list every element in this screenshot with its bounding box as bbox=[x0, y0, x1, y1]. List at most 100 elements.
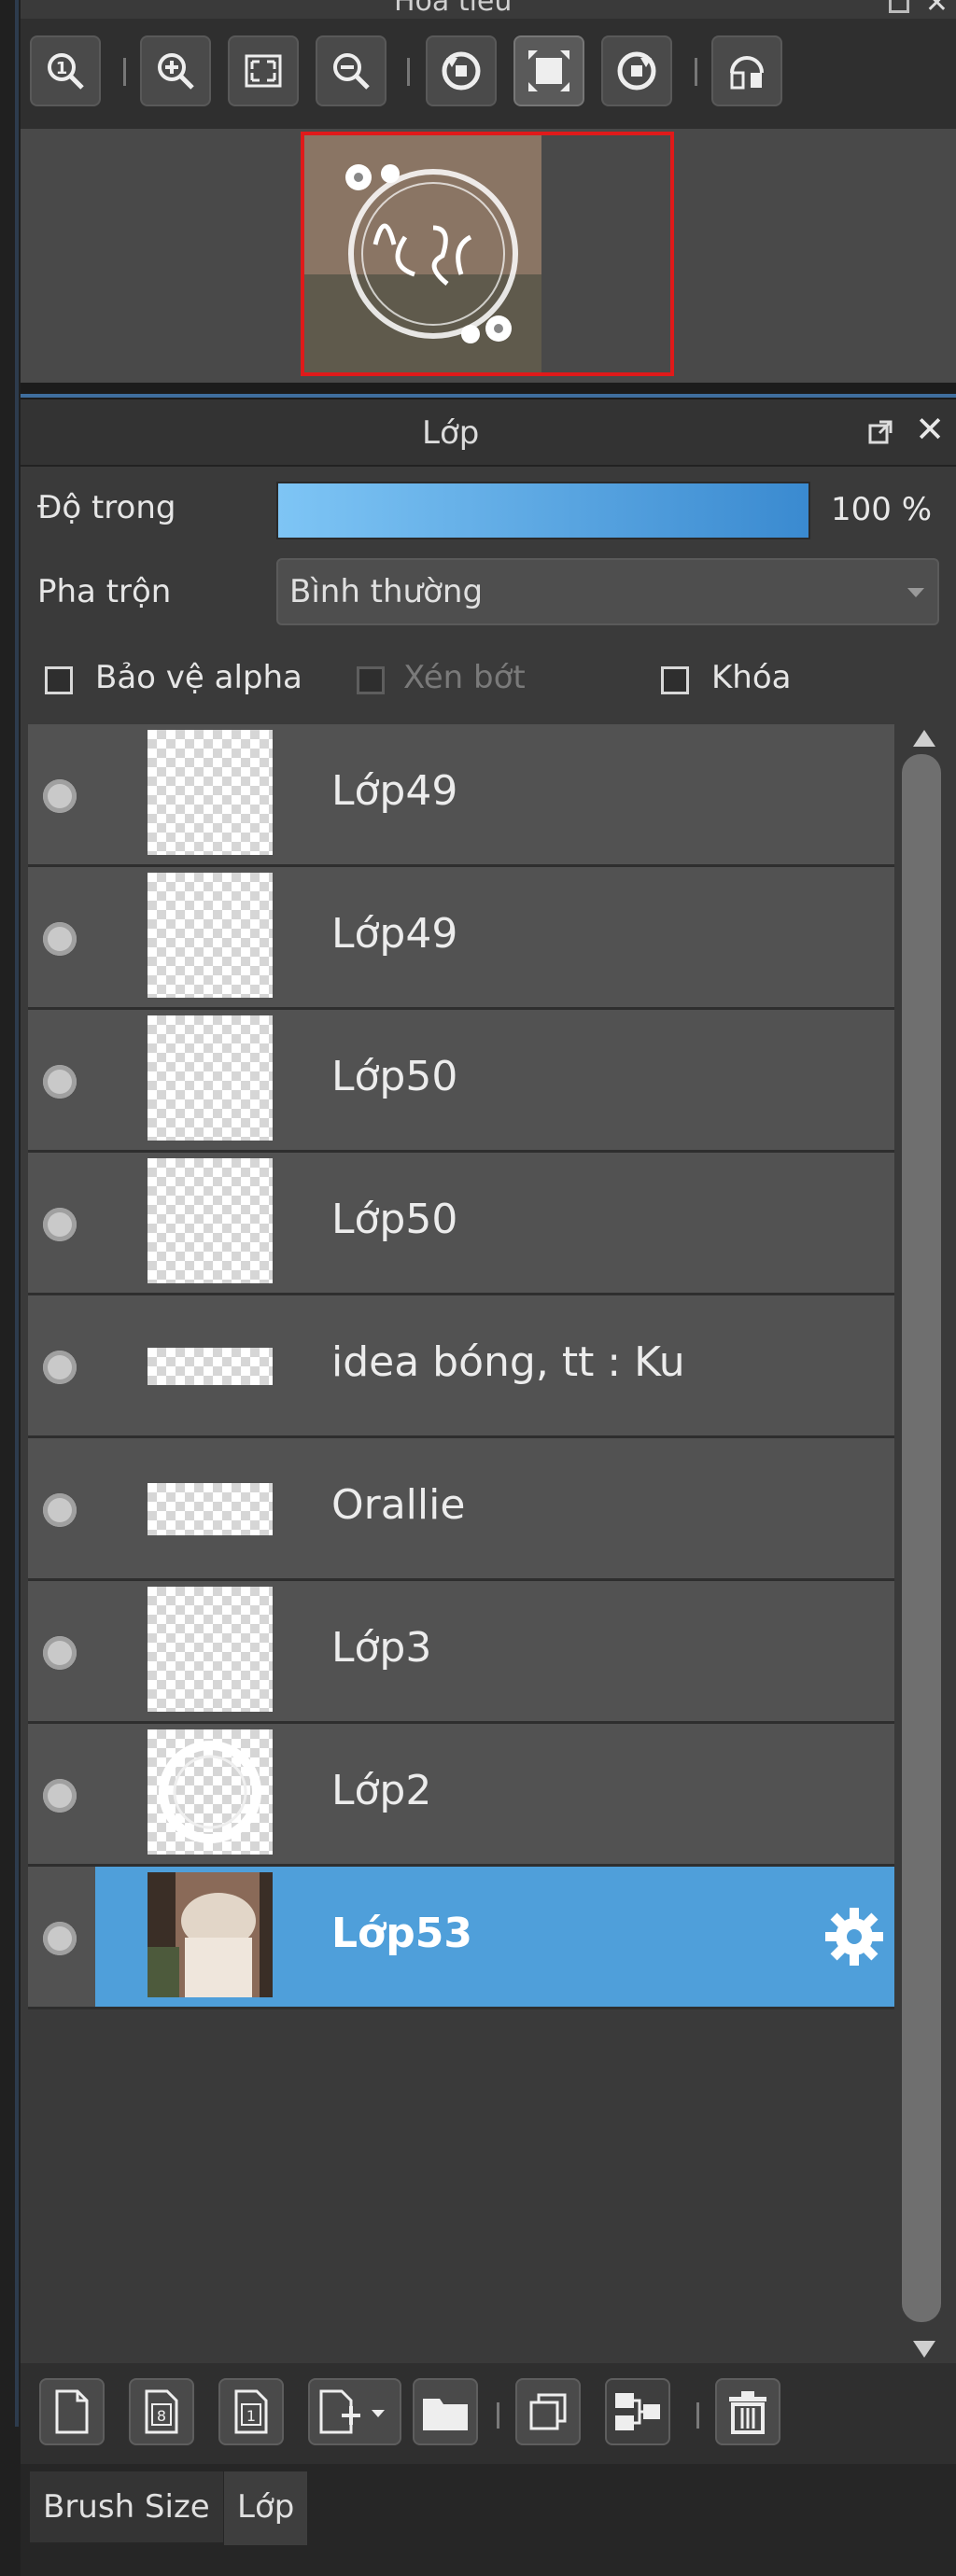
duplicate-layer-icon bbox=[529, 2393, 567, 2430]
toolbar-separator bbox=[123, 58, 126, 86]
layer-row[interactable]: Lớp50 bbox=[28, 1010, 894, 1153]
layer-panel-title: Lớp bbox=[422, 414, 480, 452]
lock-label: Khóa bbox=[711, 659, 792, 696]
opacity-slider[interactable] bbox=[276, 482, 810, 539]
zoom-out-button[interactable] bbox=[316, 35, 387, 106]
layer-panel-header: Lớp ✕ bbox=[21, 399, 956, 467]
chevron-down-icon bbox=[907, 588, 924, 597]
visibility-toggle-icon[interactable] bbox=[43, 1636, 77, 1670]
opacity-label: Độ trong bbox=[37, 489, 176, 526]
layer-row-selected[interactable]: Lớp53 bbox=[28, 1867, 894, 2009]
gear-icon[interactable] bbox=[822, 1904, 887, 1969]
delete-layer-button[interactable] bbox=[715, 2378, 780, 2445]
new-layer-icon bbox=[55, 2389, 89, 2434]
layer-thumbnail bbox=[148, 1587, 273, 1712]
merge-down-button[interactable] bbox=[605, 2378, 670, 2445]
toolbar-separator bbox=[695, 58, 697, 86]
visibility-toggle-icon[interactable] bbox=[43, 779, 77, 813]
visibility-toggle-icon[interactable] bbox=[43, 1208, 77, 1241]
layer-name: Lớp50 bbox=[331, 1196, 458, 1243]
visibility-toggle-icon[interactable] bbox=[43, 922, 77, 956]
layer-row[interactable]: Lớp3 bbox=[28, 1581, 894, 1724]
zoom-out-icon bbox=[333, 53, 370, 90]
tab-brush-size[interactable]: Brush Size bbox=[30, 2471, 223, 2542]
layer-row[interactable]: idea bóng, tt : Ku bbox=[28, 1295, 894, 1438]
add-layer-menu-icon bbox=[319, 2389, 385, 2434]
layer-thumbnail bbox=[148, 1872, 273, 1997]
rotate-left-icon bbox=[442, 51, 481, 91]
layer-name: Lớp3 bbox=[331, 1624, 432, 1672]
layer-row[interactable]: Lớp50 bbox=[28, 1153, 894, 1295]
new-8bit-layer-button[interactable]: 8 bbox=[129, 2378, 194, 2445]
new-1bit-layer-button[interactable]: 1 bbox=[218, 2378, 284, 2445]
blend-mode-value: Bình thường bbox=[289, 573, 484, 610]
scroll-up-icon[interactable] bbox=[913, 730, 935, 747]
popout-icon[interactable] bbox=[889, 0, 909, 13]
circle-frame-thumbnail bbox=[159, 1741, 261, 1843]
scroll-down-icon[interactable] bbox=[913, 2341, 935, 2358]
view-frame-indicator[interactable] bbox=[301, 132, 674, 376]
blend-mode-select[interactable]: Bình thường bbox=[276, 558, 939, 625]
panel-tabs: Brush Size Lớp bbox=[21, 2464, 956, 2576]
left-edge-accent bbox=[15, 0, 19, 2427]
zoom-actual-button[interactable]: 1 bbox=[30, 35, 101, 106]
new-8bit-layer-icon: 8 bbox=[145, 2389, 178, 2434]
popout-icon[interactable] bbox=[868, 420, 893, 444]
navigator-title-bar: Hoa tieu ✕ bbox=[21, 0, 956, 20]
folder-icon bbox=[423, 2399, 468, 2430]
flip-horizontal-icon bbox=[730, 56, 764, 90]
toolbar-separator bbox=[497, 2402, 499, 2429]
clipping-label: Xén bớt bbox=[403, 659, 526, 696]
layer-list-scrollbar[interactable] bbox=[898, 724, 945, 2363]
visibility-toggle-icon[interactable] bbox=[43, 1779, 77, 1813]
layer-thumbnail bbox=[148, 1729, 273, 1855]
layer-row[interactable]: Lớp2 bbox=[28, 1724, 894, 1867]
duplicate-layer-button[interactable] bbox=[515, 2378, 581, 2445]
layer-thumbnail bbox=[148, 1158, 273, 1283]
rotate-right-button[interactable] bbox=[601, 35, 672, 106]
layer-toolbar: 8 1 bbox=[21, 2363, 956, 2464]
add-layer-menu-button[interactable] bbox=[308, 2378, 401, 2445]
layer-row[interactable]: Lớp49 bbox=[28, 867, 894, 1010]
panel-divider bbox=[21, 394, 956, 398]
rotate-right-icon bbox=[617, 51, 656, 91]
close-icon[interactable]: ✕ bbox=[925, 0, 949, 20]
toolbar-separator bbox=[696, 2402, 699, 2429]
zoom-in-icon bbox=[158, 53, 194, 90]
lock-checkbox[interactable] bbox=[661, 666, 689, 694]
zoom-in-button[interactable] bbox=[140, 35, 211, 106]
zoom-actual-icon: 1 bbox=[48, 53, 84, 90]
tab-layer[interactable]: Lớp bbox=[224, 2471, 308, 2545]
navigator-preview[interactable] bbox=[21, 129, 956, 383]
new-layer-button[interactable] bbox=[39, 2378, 105, 2445]
fit-canvas-icon bbox=[528, 50, 569, 91]
protect-alpha-label: Bảo vệ alpha bbox=[95, 659, 302, 696]
opacity-value: 100 % bbox=[831, 491, 933, 528]
trash-icon bbox=[729, 2391, 766, 2434]
blend-mode-label: Pha trộn bbox=[37, 573, 172, 610]
layer-name: Lớp50 bbox=[331, 1053, 458, 1100]
layer-row[interactable]: Orallie bbox=[28, 1438, 894, 1581]
navigator-toolbar: 1 bbox=[21, 19, 956, 129]
fit-canvas-button[interactable] bbox=[513, 35, 584, 106]
layer-thumbnail bbox=[148, 1015, 273, 1141]
new-folder-button[interactable] bbox=[413, 2378, 478, 2445]
fit-screen-button[interactable] bbox=[228, 35, 299, 106]
layer-thumbnail bbox=[148, 873, 273, 998]
visibility-toggle-icon[interactable] bbox=[43, 1065, 77, 1099]
navigator-title: Hoa tieu bbox=[394, 0, 513, 18]
close-icon[interactable]: ✕ bbox=[915, 409, 945, 450]
layer-row[interactable]: Lớp49 bbox=[28, 724, 894, 867]
layer-name: Lớp53 bbox=[331, 1910, 472, 1957]
layer-thumbnail bbox=[148, 1348, 273, 1385]
clipping-checkbox[interactable] bbox=[357, 666, 385, 694]
visibility-toggle-icon[interactable] bbox=[43, 1351, 77, 1384]
layer-name: Lớp2 bbox=[331, 1767, 432, 1814]
flip-horizontal-button[interactable] bbox=[711, 35, 782, 106]
rotate-left-button[interactable] bbox=[426, 35, 497, 106]
photo-thumbnail bbox=[148, 1872, 273, 1997]
protect-alpha-checkbox[interactable] bbox=[45, 666, 73, 694]
scrollbar-thumb[interactable] bbox=[902, 754, 941, 2322]
visibility-toggle-icon[interactable] bbox=[43, 1922, 77, 1955]
visibility-toggle-icon[interactable] bbox=[43, 1493, 77, 1527]
